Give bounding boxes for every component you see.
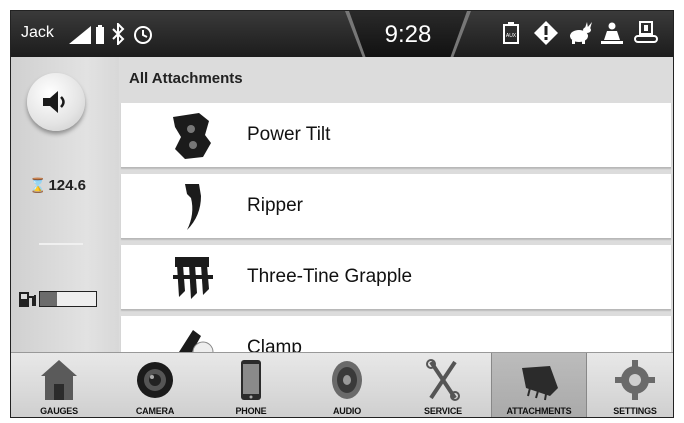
- aux-icon: AUX: [503, 22, 519, 44]
- operator-icon: [601, 22, 623, 44]
- left-panel: ⌛ 124.6: [11, 57, 119, 357]
- camera-icon: [137, 362, 173, 398]
- bluetooth-icon: [112, 23, 125, 45]
- bottom-nav: GAUGES CAMERA PHONE AUDIO SERVICE ATTACH…: [11, 352, 673, 417]
- fuel-pump-icon: [19, 292, 36, 307]
- volume-button[interactable]: [27, 73, 85, 131]
- nav-phone[interactable]: PHONE: [203, 353, 299, 417]
- power-tilt-icon: [173, 113, 211, 159]
- grapple-icon: [173, 257, 213, 299]
- engine-hours: ⌛ 124.6: [29, 177, 86, 194]
- clock: 9:28: [384, 21, 432, 48]
- phone-icon: [241, 360, 261, 400]
- nav-camera[interactable]: CAMERA: [107, 353, 203, 417]
- machine-icon: [634, 21, 658, 43]
- item-label: Power Tilt: [247, 124, 331, 145]
- nav-gauges[interactable]: GAUGES: [11, 353, 107, 417]
- gauges-icon: [41, 360, 77, 400]
- timer-icon: [134, 26, 152, 44]
- nav-service[interactable]: SERVICE: [395, 353, 491, 417]
- display-screen: Jack 9:28 AUX ⌛ 124.6 All Attachments Po…: [10, 10, 674, 418]
- hourglass-icon: ⌛: [29, 177, 47, 193]
- fuel-level-fill: [40, 292, 57, 306]
- nav-attachments[interactable]: ATTACHMENTS: [491, 353, 587, 417]
- attachments-panel: All Attachments Power Tilt Ripper Three-: [119, 57, 673, 381]
- engine-hours-value: 124.6: [48, 177, 86, 194]
- warning-icon: [534, 21, 558, 45]
- nav-settings[interactable]: SETTINGS: [587, 353, 673, 417]
- service-icon: [426, 359, 460, 401]
- divider: [39, 243, 83, 245]
- item-label: Ripper: [247, 195, 303, 216]
- page-title: All Attachments: [129, 70, 243, 87]
- signal-icon: [69, 26, 91, 44]
- ripper-icon: [185, 184, 201, 230]
- settings-icon: [615, 360, 655, 400]
- speaker-icon: [43, 91, 65, 113]
- item-label: Three-Tine Grapple: [247, 266, 413, 287]
- status-bar: Jack 9:28 AUX: [11, 11, 673, 57]
- list-item-power-tilt[interactable]: Power Tilt: [121, 103, 671, 168]
- nav-audio[interactable]: AUDIO: [299, 353, 395, 417]
- user-name: Jack: [21, 24, 54, 41]
- fuel-gauge: [39, 291, 97, 307]
- list-item-three-tine-grapple[interactable]: Three-Tine Grapple: [121, 245, 671, 310]
- battery-icon: [96, 25, 104, 44]
- list-item-ripper[interactable]: Ripper: [121, 174, 671, 239]
- svg-text:AUX: AUX: [506, 33, 517, 39]
- rabbit-icon: [570, 22, 592, 44]
- audio-icon: [332, 361, 362, 399]
- attachments-icon: [522, 366, 558, 401]
